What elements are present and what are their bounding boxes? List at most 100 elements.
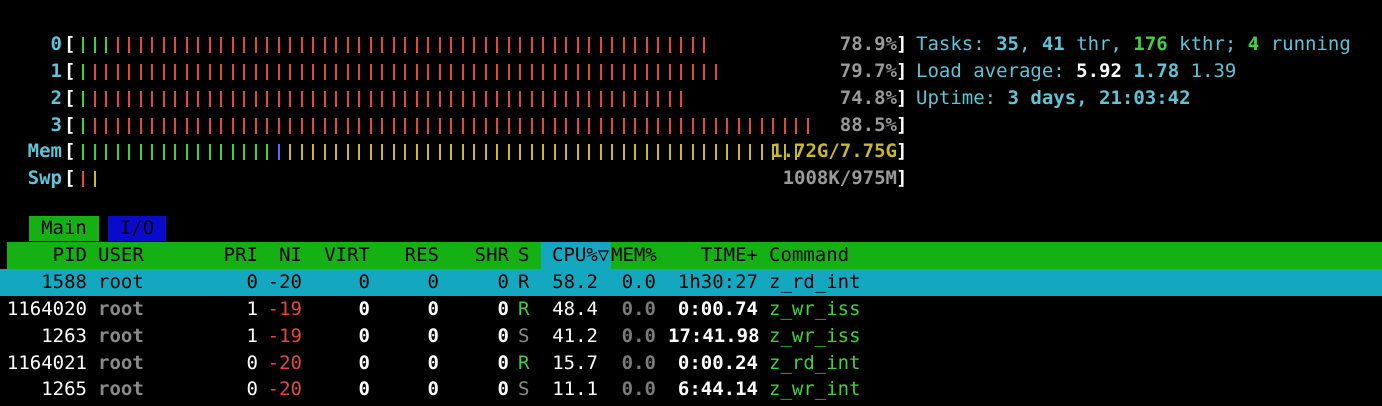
cell-shr: 0 <box>497 325 509 347</box>
meter-tick <box>404 144 406 160</box>
threads-label: thr, <box>1064 33 1134 55</box>
meter-tick <box>105 144 107 160</box>
meter-tick <box>588 37 590 53</box>
table-row[interactable]: 1265 root 0 -20 0 0 0 S 11.1 0.0 6:44.14… <box>0 376 1382 403</box>
meter-tick <box>393 37 395 53</box>
load-15min: 1.39 <box>1190 60 1237 82</box>
meter-tick <box>680 144 682 160</box>
meter-tick <box>680 37 682 53</box>
col-virt[interactable]: VIRT <box>310 242 370 269</box>
meter-tick <box>531 64 533 80</box>
meter-tick <box>163 64 165 80</box>
uptime-label: Uptime: <box>916 87 1008 109</box>
cell-cpu: 15.7 <box>552 352 598 374</box>
meter-tick <box>542 91 544 107</box>
meter-tick <box>542 64 544 80</box>
col-shr[interactable]: SHR <box>450 242 509 269</box>
meter-tick <box>151 118 153 134</box>
meter-tick <box>82 118 84 134</box>
meter-tick <box>105 37 107 53</box>
meter-tick <box>186 37 188 53</box>
meter-tick <box>335 37 337 53</box>
meter-tick <box>174 64 176 80</box>
meter-tick <box>427 144 429 160</box>
meter-tick <box>496 91 498 107</box>
meter-value: 1.72G/7.75G <box>771 140 897 162</box>
table-row[interactable]: 1164021 root 0 -20 0 0 0 R 15.7 0.0 0:00… <box>0 350 1382 377</box>
meter-tick <box>347 91 349 107</box>
tab-io[interactable]: I/O <box>108 216 166 241</box>
meter-tick <box>324 37 326 53</box>
meter-label: 3 <box>50 114 62 136</box>
meter-tick <box>531 144 533 160</box>
meter-tick <box>358 64 360 80</box>
meter-tick <box>312 37 314 53</box>
cell-command: z_rd_int <box>769 352 861 374</box>
meter-tick <box>588 144 590 160</box>
cell-pri: 0 <box>246 378 258 400</box>
col-ni[interactable]: NI <box>260 242 302 269</box>
table-row[interactable]: 1164020 root 1 -19 0 0 0 R 48.4 0.0 0:00… <box>0 296 1382 323</box>
meter-tick <box>163 37 165 53</box>
meter-open-bracket: [ <box>64 33 76 55</box>
meter-tick <box>439 118 441 134</box>
meter-label: Swp <box>27 167 62 189</box>
cell-res: 0 <box>427 325 439 347</box>
meter-tick <box>301 144 303 160</box>
col-pri[interactable]: PRI <box>200 242 258 269</box>
col-state[interactable]: S <box>518 242 529 269</box>
meter-tick <box>473 91 475 107</box>
cell-time: 0:00.74 <box>677 298 758 320</box>
cell-res: 0 <box>427 378 439 400</box>
tasks-info: Tasks: 35, 41 thr, 176 kthr; 4 running <box>916 31 1351 58</box>
meter-tick <box>82 64 84 80</box>
meter-tick <box>611 91 613 107</box>
col-time[interactable]: TIME+ <box>680 242 758 269</box>
meter-tick <box>232 118 234 134</box>
col-command[interactable]: Command <box>769 242 849 269</box>
meter-tick <box>577 118 579 134</box>
cell-cpu: 58.2 <box>552 271 598 293</box>
meter-tick <box>416 37 418 53</box>
meter-tick <box>669 37 671 53</box>
col-mem[interactable]: MEM% <box>611 242 657 269</box>
meter-close-bracket: ] <box>896 33 908 55</box>
meter-tick <box>669 64 671 80</box>
col-pid[interactable]: PID <box>0 242 87 269</box>
meter-tick <box>197 118 199 134</box>
meter-tick <box>94 144 96 160</box>
meter-tick <box>531 118 533 134</box>
cell-shr: 0 <box>497 298 509 320</box>
meter-tick <box>266 144 268 160</box>
meter-tick <box>370 37 372 53</box>
meter-tick <box>623 144 625 160</box>
cell-shr: 0 <box>497 352 509 374</box>
table-row[interactable]: 1263 root 1 -19 0 0 0 S 41.2 0.0 17:41.9… <box>0 323 1382 350</box>
meter-tick <box>243 118 245 134</box>
meter-tick <box>611 64 613 80</box>
meter-tick <box>335 91 337 107</box>
meter-tick <box>312 91 314 107</box>
meter-tick <box>485 37 487 53</box>
meter-tick <box>232 144 234 160</box>
meter-tick <box>542 118 544 134</box>
tab-main[interactable]: Main <box>29 216 99 241</box>
meter-open-bracket: [ <box>64 140 76 162</box>
table-row[interactable]: 1588 root 0 -20 0 0 0 R 58.2 0.0 1h30:27… <box>0 269 1382 296</box>
meter-tick <box>117 91 119 107</box>
meter-tick <box>82 37 84 53</box>
cell-pri: 0 <box>246 271 258 293</box>
col-user[interactable]: USER <box>98 242 144 269</box>
meter-tick <box>657 37 659 53</box>
meter-tick <box>255 91 257 107</box>
meter-tick <box>289 144 291 160</box>
meter-tick <box>347 118 349 134</box>
meter-tick <box>151 37 153 53</box>
col-res[interactable]: RES <box>380 242 439 269</box>
meter-tick <box>209 64 211 80</box>
cell-cpu: 11.1 <box>552 378 598 400</box>
cell-command: z_wr_iss <box>769 325 861 347</box>
meter-tick <box>565 91 567 107</box>
col-cpu-sorted[interactable]: CPU%▽ <box>541 242 611 269</box>
cell-user: root <box>98 378 144 400</box>
